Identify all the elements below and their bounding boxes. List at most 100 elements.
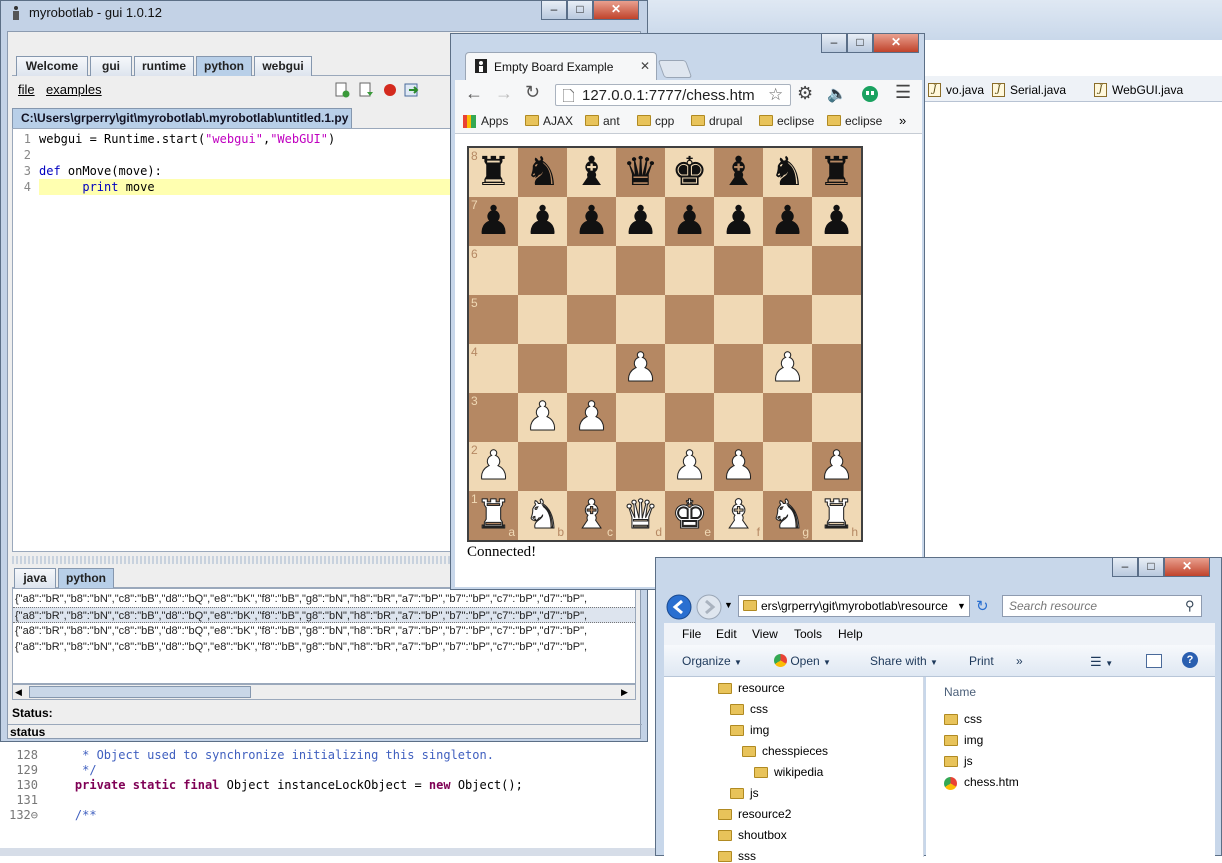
board-square[interactable] <box>812 393 861 442</box>
board-square[interactable] <box>567 442 616 491</box>
tab-java-console[interactable]: java <box>14 568 56 588</box>
browser-tab[interactable]: Empty Board Example ✕ <box>465 52 657 80</box>
bookmarks-more-icon[interactable]: » <box>899 113 906 128</box>
board-square[interactable] <box>714 295 763 344</box>
board-square[interactable] <box>812 246 861 295</box>
white-piece-icon[interactable]: ♟ <box>763 344 812 393</box>
board-square[interactable]: ♟ <box>763 197 812 246</box>
board-square[interactable]: ♞ g <box>763 491 812 540</box>
board-square[interactable]: ♜ 8 <box>469 148 518 197</box>
black-piece-icon[interactable]: ♟ <box>763 197 812 246</box>
board-square[interactable] <box>518 295 567 344</box>
board-square[interactable] <box>714 393 763 442</box>
tree-folder-item[interactable]: chesspieces <box>742 744 828 758</box>
board-square[interactable] <box>567 344 616 393</box>
bookmark-ajax[interactable]: AJAX <box>525 114 573 128</box>
refresh-icon[interactable]: ↻ <box>976 597 989 615</box>
board-square[interactable] <box>665 344 714 393</box>
menu-file[interactable]: File <box>682 627 701 641</box>
back-button-icon[interactable] <box>666 594 692 620</box>
board-square[interactable] <box>665 246 714 295</box>
board-square[interactable] <box>763 295 812 344</box>
board-square[interactable] <box>567 246 616 295</box>
board-square[interactable] <box>763 442 812 491</box>
board-square[interactable]: ♞ <box>763 148 812 197</box>
board-square[interactable]: ♝ <box>567 148 616 197</box>
menu-edit[interactable]: Edit <box>716 627 737 641</box>
background-code-editor[interactable]: 128 * Object used to synchronize initial… <box>0 740 660 856</box>
tab-gui[interactable]: gui <box>90 56 132 76</box>
white-piece-icon[interactable]: ♟ <box>665 442 714 491</box>
board-square[interactable] <box>665 393 714 442</box>
board-square[interactable]: 3 <box>469 393 518 442</box>
console-horizontal-scrollbar[interactable]: ◀ ▶ <box>12 684 636 700</box>
chess-board[interactable]: ♜ 8 ♞ ♝ ♛ ♚ ♝ ♞ ♜ ♟ 7 ♟ ♟ ♟ ♟ ♟ ♟ ♟ 6 5 4 ♟ ♟ 3 ♟ ♟ ♟ 2 ♟ ♟ ♟ ♜ 1 a ♞ b ♝ c ♛ d… <box>467 146 863 542</box>
black-piece-icon[interactable]: ♞ <box>518 148 567 197</box>
board-square[interactable]: ♟ <box>714 197 763 246</box>
tree-folder-item[interactable]: resource2 <box>718 807 791 821</box>
board-square[interactable] <box>616 246 665 295</box>
preview-pane-icon[interactable] <box>1146 654 1162 668</box>
close-button[interactable]: ✕ <box>873 34 919 53</box>
board-square[interactable] <box>616 442 665 491</box>
speaker-icon[interactable]: 🔈 <box>827 84 847 104</box>
console-output[interactable]: {"a8":"bR","b8":"bN","c8":"bB","d8":"bQ"… <box>12 588 636 684</box>
bookmark-drupal[interactable]: drupal <box>691 114 742 128</box>
board-square[interactable]: 5 <box>469 295 518 344</box>
save-file-icon[interactable] <box>358 82 374 98</box>
bookmark-eclipse[interactable]: eclipse <box>759 114 814 128</box>
board-square[interactable] <box>763 393 812 442</box>
board-square[interactable] <box>714 344 763 393</box>
black-piece-icon[interactable]: ♝ <box>567 148 616 197</box>
board-square[interactable]: ♟ <box>518 393 567 442</box>
black-piece-icon[interactable]: ♟ <box>812 197 861 246</box>
print-button[interactable]: Print <box>969 654 994 668</box>
board-square[interactable] <box>567 295 616 344</box>
scroll-thumb[interactable] <box>29 686 251 698</box>
hangouts-icon[interactable] <box>861 86 879 104</box>
board-square[interactable]: ♟ <box>665 197 714 246</box>
tree-folder-item[interactable]: wikipedia <box>754 765 823 779</box>
navigation-tree[interactable]: resource css img chesspieces wikipedia js reso… <box>664 677 924 863</box>
board-square[interactable]: ♝ f <box>714 491 763 540</box>
omnibox[interactable]: 127.0.0.1:7777/chess.htm ☆ <box>555 84 791 106</box>
new-tab-button[interactable] <box>657 60 693 78</box>
board-square[interactable] <box>518 246 567 295</box>
help-icon[interactable]: ? <box>1182 652 1198 668</box>
tab-welcome[interactable]: Welcome <box>16 56 88 76</box>
menu-hamburger-icon[interactable]: ☰ <box>895 82 911 103</box>
white-piece-icon[interactable]: ♟ <box>518 393 567 442</box>
file-list-item[interactable]: css <box>944 712 982 726</box>
board-square[interactable]: ♚ e <box>665 491 714 540</box>
more-commands-icon[interactable]: » <box>1016 654 1023 668</box>
view-options-icon[interactable]: ☰ ▼ <box>1090 654 1113 670</box>
board-square[interactable]: ♟ 2 <box>469 442 518 491</box>
board-square[interactable]: ♟ <box>567 197 616 246</box>
search-box[interactable]: Search resource ⚲ <box>1002 595 1202 617</box>
board-square[interactable]: ♚ <box>665 148 714 197</box>
tree-folder-item[interactable]: js <box>730 786 759 800</box>
tab-webgui[interactable]: webgui <box>254 56 312 76</box>
board-square[interactable] <box>714 246 763 295</box>
black-piece-icon[interactable]: ♟ <box>518 197 567 246</box>
white-piece-icon[interactable]: ♟ <box>714 442 763 491</box>
board-square[interactable]: ♟ <box>518 197 567 246</box>
bookmark-eclipse-2[interactable]: eclipse <box>827 114 882 128</box>
board-square[interactable]: ♝ c <box>567 491 616 540</box>
share-with-button[interactable]: Share with ▼ <box>870 654 938 668</box>
white-piece-icon[interactable]: ♝ <box>714 491 763 540</box>
new-file-icon[interactable] <box>334 82 350 98</box>
history-dropdown-icon[interactable]: ▼ <box>724 600 733 610</box>
minimize-button[interactable]: – <box>1112 558 1138 577</box>
board-square[interactable]: ♜ h <box>812 491 861 540</box>
board-square[interactable]: ♟ <box>812 442 861 491</box>
tree-folder-item[interactable]: sss <box>718 849 756 863</box>
tree-folder-item[interactable]: img <box>730 723 769 737</box>
black-piece-icon[interactable]: ♟ <box>714 197 763 246</box>
bookmark-star-icon[interactable]: ☆ <box>768 85 783 105</box>
maximize-button[interactable]: □ <box>847 34 873 53</box>
editor-tab-webgui[interactable]: J WebGUI.java <box>1092 80 1183 100</box>
bookmark-ant[interactable]: ant <box>585 114 620 128</box>
column-header-name[interactable]: Name <box>944 685 976 699</box>
tab-python[interactable]: python <box>196 56 252 76</box>
